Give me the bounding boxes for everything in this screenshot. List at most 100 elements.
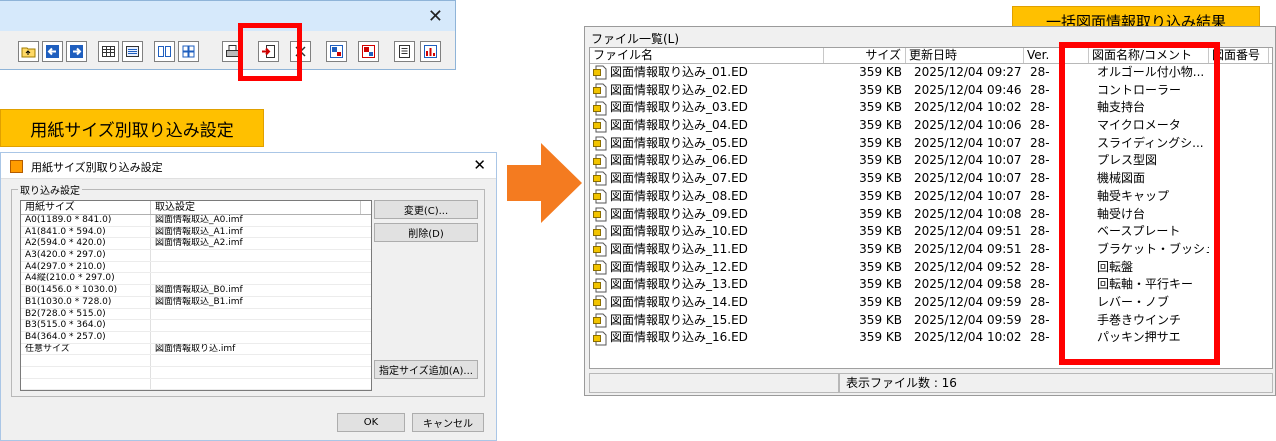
drawing-file-icon [593, 242, 607, 257]
paper-size-cell: B3(515.0 * 364.0) [21, 320, 151, 331]
file-name-cell: 図面情報取り込み_05.ED [590, 135, 824, 153]
file-name-cell: 図面情報取り込み_10.ED [590, 223, 824, 241]
paper-size-row[interactable] [21, 355, 371, 367]
file-size-cell: 359 KB [859, 188, 902, 203]
file-name-cell: 図面情報取り込み_09.ED [590, 206, 824, 224]
drawing-file-icon [593, 313, 607, 328]
file-name-cell: 図面情報取り込み_14.ED [590, 294, 824, 312]
app-icon [10, 160, 23, 173]
modified-cell: 2025/12/04 09:51 [914, 241, 1022, 256]
file-name-text: 図面情報取り込み_06.ED [610, 153, 748, 168]
paper-size-row[interactable]: A4(297.0 * 210.0) [21, 261, 371, 274]
paper-size-cell: A2(594.0 * 420.0) [21, 238, 151, 250]
modified-cell: 2025/12/04 10:07 [914, 188, 1022, 203]
paper-size-cell: B2(728.0 * 515.0) [21, 308, 151, 320]
import-setting-cell: 図面情報取り込.imf [155, 343, 236, 354]
toolbar-close-button[interactable]: ✕ [428, 6, 443, 27]
paper-size-row[interactable] [21, 366, 371, 379]
paper-size-row[interactable] [21, 378, 371, 390]
paper-size-list[interactable]: 用紙サイズ 取込設定 A0(1189.0 * 841.0) 図面情報取込_A0.i… [20, 200, 372, 391]
modified-cell: 2025/12/04 10:07 [914, 135, 1022, 150]
paper-size-settings-label: 用紙サイズ別取り込み設定 [0, 109, 264, 147]
file-name-cell: 図面情報取り込み_13.ED [590, 276, 824, 294]
group-label: 取り込み設定 [18, 182, 82, 197]
paper-size-dialog: 用紙サイズ別取り込み設定 ✕ 取り込み設定 用紙サイズ 取込設定 A0(1189… [0, 152, 497, 441]
chart-icon[interactable] [420, 41, 441, 62]
column-header-import-setting[interactable]: 取込設定 [151, 201, 361, 214]
file-name-cell: 図面情報取り込み_16.ED [590, 329, 824, 347]
file-name-text: 図面情報取り込み_05.ED [610, 135, 748, 150]
cancel-button[interactable]: キャンセル [412, 413, 484, 432]
column-header-size[interactable]: サイズ [824, 48, 906, 63]
paper-size-row[interactable]: B2(728.0 * 515.0) [21, 308, 371, 321]
modified-cell: 2025/12/04 09:59 [914, 294, 1022, 309]
arrow-right-icon [507, 143, 582, 223]
grid-view-icon[interactable] [98, 41, 119, 62]
column-header-modified[interactable]: 更新日時 [906, 48, 1024, 63]
paper-size-cell: A4(297.0 * 210.0) [21, 261, 151, 273]
paper-size-row[interactable]: A3(420.0 * 297.0) [21, 250, 371, 262]
column-header-file-name[interactable]: ファイル名 [590, 48, 824, 63]
arrow-left-icon[interactable] [42, 41, 63, 62]
add-size-button[interactable]: 指定サイズ追加(A)... [374, 360, 478, 379]
import-setting-cell [151, 355, 361, 366]
drawing-file-icon [593, 278, 607, 293]
folder-up-icon[interactable] [18, 41, 39, 62]
import-setting-cell [151, 250, 361, 261]
ok-button[interactable]: OK [337, 413, 405, 432]
file-name-cell: 図面情報取り込み_01.ED [590, 64, 824, 82]
column-header-paper-size[interactable]: 用紙サイズ [21, 201, 151, 214]
modified-cell: 2025/12/04 09:52 [914, 259, 1022, 274]
drawing-icon[interactable] [326, 41, 347, 62]
paper-size-row[interactable]: A0(1189.0 * 841.0) 図面情報取込_A0.imf [21, 215, 371, 227]
file-size-cell: 359 KB [859, 118, 902, 133]
file-name-text: 図面情報取り込み_16.ED [610, 330, 748, 345]
paper-size-cell: A1(841.0 * 594.0) [21, 226, 151, 238]
paper-size-cell: B4(364.0 * 257.0) [21, 331, 151, 343]
paper-size-row[interactable]: A4縦(210.0 * 297.0) [21, 273, 371, 286]
thumbnail-grid-icon[interactable] [178, 41, 199, 62]
import-button-highlight [238, 23, 302, 81]
change-button[interactable]: 変更(C)... [374, 200, 478, 219]
file-size-cell: 359 KB [859, 100, 902, 115]
modified-cell: 2025/12/04 10:02 [914, 100, 1022, 115]
import-setting-cell [151, 309, 361, 320]
file-count-status: 表示ファイル数 : 16 [839, 373, 1273, 393]
file-name-cell: 図面情報取り込み_04.ED [590, 117, 824, 135]
paper-size-cell: B0(1456.0 * 1030.0) [21, 285, 151, 296]
paper-size-row[interactable]: B1(1030.0 * 728.0) 図面情報取込_B1.imf [21, 296, 371, 309]
import-setting-cell: 図面情報取込_A2.imf [155, 238, 243, 249]
file-size-cell: 359 KB [859, 312, 902, 327]
drawing-file-icon [593, 65, 607, 80]
paper-size-row[interactable]: B0(1456.0 * 1030.0) 図面情報取込_B0.imf [21, 285, 371, 297]
paper-size-row[interactable]: 任意サイズ 図面情報取り込.imf [21, 343, 371, 356]
drawing-file-icon [593, 331, 607, 346]
paper-size-row[interactable]: B4(364.0 * 257.0) [21, 331, 371, 344]
file-size-cell: 359 KB [859, 82, 902, 97]
arrow-right-icon[interactable] [66, 41, 87, 62]
file-name-text: 図面情報取り込み_14.ED [610, 294, 748, 309]
property-icon[interactable] [394, 41, 415, 62]
modified-cell: 2025/12/04 10:07 [914, 171, 1022, 186]
paper-size-row[interactable]: A2(594.0 * 420.0) 図面情報取込_A2.imf [21, 238, 371, 251]
paper-size-row[interactable]: B3(515.0 * 364.0) [21, 320, 371, 332]
file-size-cell: 359 KB [859, 241, 902, 256]
file-name-text: 図面情報取り込み_10.ED [610, 224, 748, 239]
delete-button[interactable]: 削除(D) [374, 223, 478, 242]
import-setting-cell [151, 332, 361, 343]
file-name-text: 図面情報取り込み_07.ED [610, 171, 748, 186]
list-view-icon[interactable] [122, 41, 143, 62]
drawing-red-icon[interactable] [358, 41, 379, 62]
dialog-titlebar: 用紙サイズ別取り込み設定 ✕ [1, 153, 496, 179]
file-name-cell: 図面情報取り込み_03.ED [590, 99, 824, 117]
paper-size-row[interactable]: A1(841.0 * 594.0) 図面情報取込_A1.imf [21, 226, 371, 239]
import-setting-cell: 図面情報取込_A0.imf [155, 215, 243, 225]
dialog-close-button[interactable]: ✕ [473, 156, 486, 174]
file-size-cell: 359 KB [859, 171, 902, 186]
file-name-cell: 図面情報取り込み_11.ED [590, 241, 824, 259]
drawing-file-icon [593, 171, 607, 186]
modified-cell: 2025/12/04 09:27 [914, 65, 1022, 79]
file-size-cell: 359 KB [859, 135, 902, 150]
thumbnail-icon[interactable] [154, 41, 175, 62]
file-name-text: 図面情報取り込み_04.ED [610, 118, 748, 133]
